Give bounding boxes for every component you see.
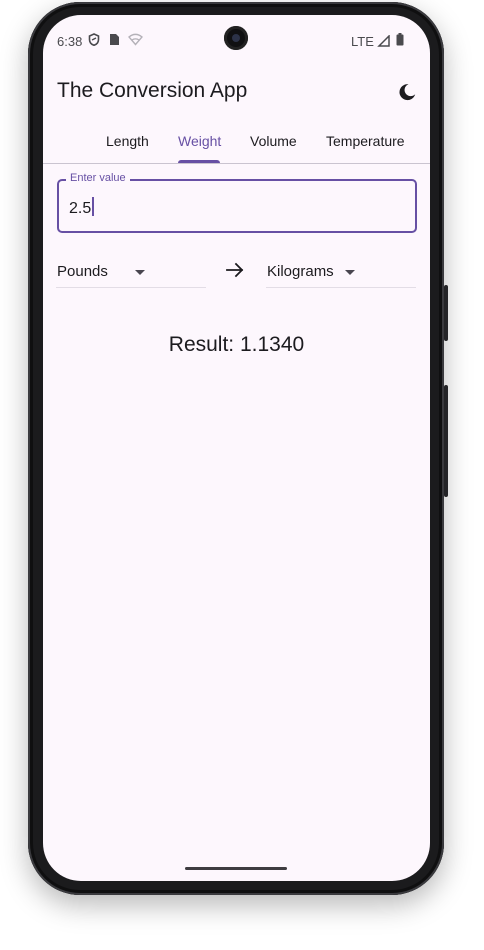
status-time: 6:38 bbox=[57, 34, 83, 49]
wifi-off-icon bbox=[128, 33, 143, 51]
unit-category-tabs: Length Weight Volume Temperature bbox=[43, 127, 430, 164]
chevron-down-icon bbox=[345, 270, 355, 275]
app-title: The Conversion App bbox=[57, 79, 248, 102]
value-input-field[interactable]: Enter value 2.5 bbox=[57, 172, 417, 233]
tab-weight[interactable]: Weight bbox=[178, 133, 221, 149]
shield-icon bbox=[88, 33, 100, 51]
sim-card-icon bbox=[109, 33, 120, 51]
gesture-navigation-bar[interactable] bbox=[185, 867, 287, 870]
tab-temperature[interactable]: Temperature bbox=[326, 133, 405, 149]
tab-length[interactable]: Length bbox=[106, 133, 149, 149]
battery-icon bbox=[396, 33, 404, 51]
value-input-label: Enter value bbox=[66, 172, 130, 184]
front-camera bbox=[224, 26, 248, 50]
from-unit-dropdown[interactable]: Pounds bbox=[56, 259, 206, 288]
arrow-right-icon bbox=[225, 260, 245, 280]
tab-volume[interactable]: Volume bbox=[250, 133, 297, 149]
to-unit-label: Kilograms bbox=[267, 263, 334, 280]
power-button bbox=[444, 285, 448, 341]
moon-icon bbox=[395, 84, 419, 108]
conversion-result: Result: 1.1340 bbox=[168, 333, 305, 356]
value-input-text[interactable]: 2.5 bbox=[69, 197, 95, 218]
theme-toggle-button[interactable] bbox=[395, 80, 419, 104]
signal-icon bbox=[377, 34, 390, 52]
app-screen: 6:38 LTE The Conversion App Length Weigh… bbox=[43, 15, 430, 881]
chevron-down-icon bbox=[135, 270, 145, 275]
volume-button bbox=[444, 385, 448, 497]
status-bar: 6:38 LTE bbox=[43, 15, 430, 65]
network-type: LTE bbox=[351, 34, 374, 49]
text-cursor bbox=[92, 197, 95, 216]
from-unit-label: Pounds bbox=[57, 263, 108, 280]
active-tab-indicator bbox=[178, 160, 220, 163]
to-unit-dropdown[interactable]: Kilograms bbox=[266, 259, 416, 288]
